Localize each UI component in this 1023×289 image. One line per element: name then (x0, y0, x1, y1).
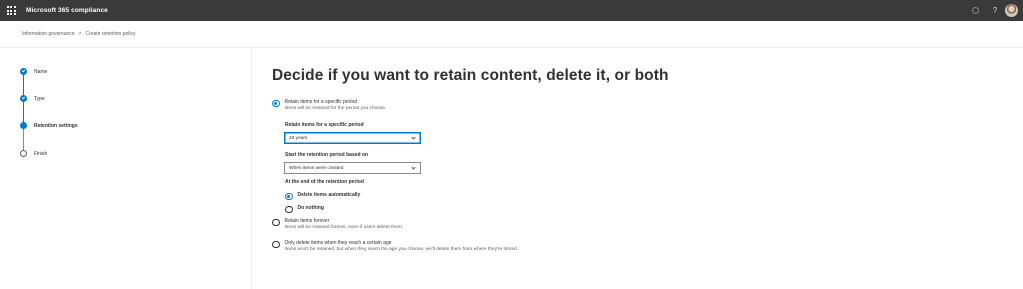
radio-selected-icon[interactable] (272, 99, 280, 107)
wizard-divider (251, 48, 252, 289)
option-description: Items will be retained forever, even if … (284, 225, 404, 230)
settings-icon[interactable] (965, 0, 985, 21)
option-label: Delete items automatically (297, 192, 361, 198)
step-current-icon (20, 122, 27, 129)
period-field-label: Retain items for a specific period (285, 122, 364, 128)
step-label: Retention settings (34, 122, 78, 129)
option-label: Do nothing (297, 205, 324, 211)
start-period-dropdown[interactable]: When items were created (284, 162, 421, 174)
step-label: Type (34, 95, 45, 102)
end-section-label: At the end of the retention period (285, 179, 364, 185)
option-delete-automatically[interactable]: Delete items automatically (285, 192, 360, 200)
option-description: Items won't be retained, but when they r… (284, 247, 519, 252)
step-label: Name (34, 68, 48, 75)
option-only-delete[interactable]: Only delete items when they reach a cert… (272, 240, 518, 253)
radio-empty-icon[interactable] (272, 218, 280, 226)
breadcrumb-item-create-retention-policy: Create retention policy (85, 31, 136, 37)
step-connector (23, 102, 24, 124)
step-complete-icon (20, 68, 27, 75)
top-right-actions: ? (965, 0, 1023, 21)
step-pending-icon (20, 150, 27, 157)
waffle-icon[interactable] (0, 0, 22, 21)
start-field-label: Start the retention period based on (285, 152, 369, 158)
header-divider (0, 47, 1023, 48)
avatar[interactable] (1005, 4, 1018, 17)
retention-period-dropdown[interactable]: 10 years (284, 132, 421, 144)
dropdown-value: 10 years (289, 135, 308, 141)
option-label: Retain items for a specific period (284, 99, 358, 105)
step-connector (23, 129, 24, 150)
chevron-down-icon (411, 165, 416, 170)
top-bar: Microsoft 365 compliance ? (0, 0, 1023, 21)
step-finish[interactable]: Finish (20, 150, 47, 157)
option-retain-forever[interactable]: Retain items forever Items will be retai… (272, 218, 403, 231)
option-do-nothing[interactable]: Do nothing (285, 205, 324, 213)
radio-selected-icon[interactable] (285, 192, 293, 200)
help-icon[interactable]: ? (985, 0, 1005, 21)
step-complete-icon (20, 95, 27, 102)
page-title: Decide if you want to retain content, de… (272, 67, 669, 84)
option-description: Items will be retained for the period yo… (284, 106, 387, 111)
breadcrumb-separator-icon: > (78, 31, 82, 37)
dropdown-value: When items were created (289, 165, 344, 171)
radio-empty-icon[interactable] (285, 205, 293, 213)
step-label: Finish (34, 150, 48, 157)
chevron-down-icon (411, 135, 416, 140)
app-title[interactable]: Microsoft 365 compliance (26, 7, 108, 14)
radio-empty-icon[interactable] (272, 240, 280, 248)
option-retain-specific-period[interactable]: Retain items for a specific period Items… (272, 99, 386, 112)
step-type[interactable]: Type (20, 95, 45, 102)
step-retention-settings[interactable]: Retention settings (20, 122, 78, 129)
breadcrumb: Information governance > Create retentio… (22, 31, 136, 37)
step-name[interactable]: Name (20, 68, 47, 75)
step-connector (23, 75, 24, 97)
option-label: Retain items forever (284, 218, 330, 224)
option-label: Only delete items when they reach a cert… (284, 240, 392, 246)
breadcrumb-item-information-governance[interactable]: Information governance (22, 31, 75, 37)
